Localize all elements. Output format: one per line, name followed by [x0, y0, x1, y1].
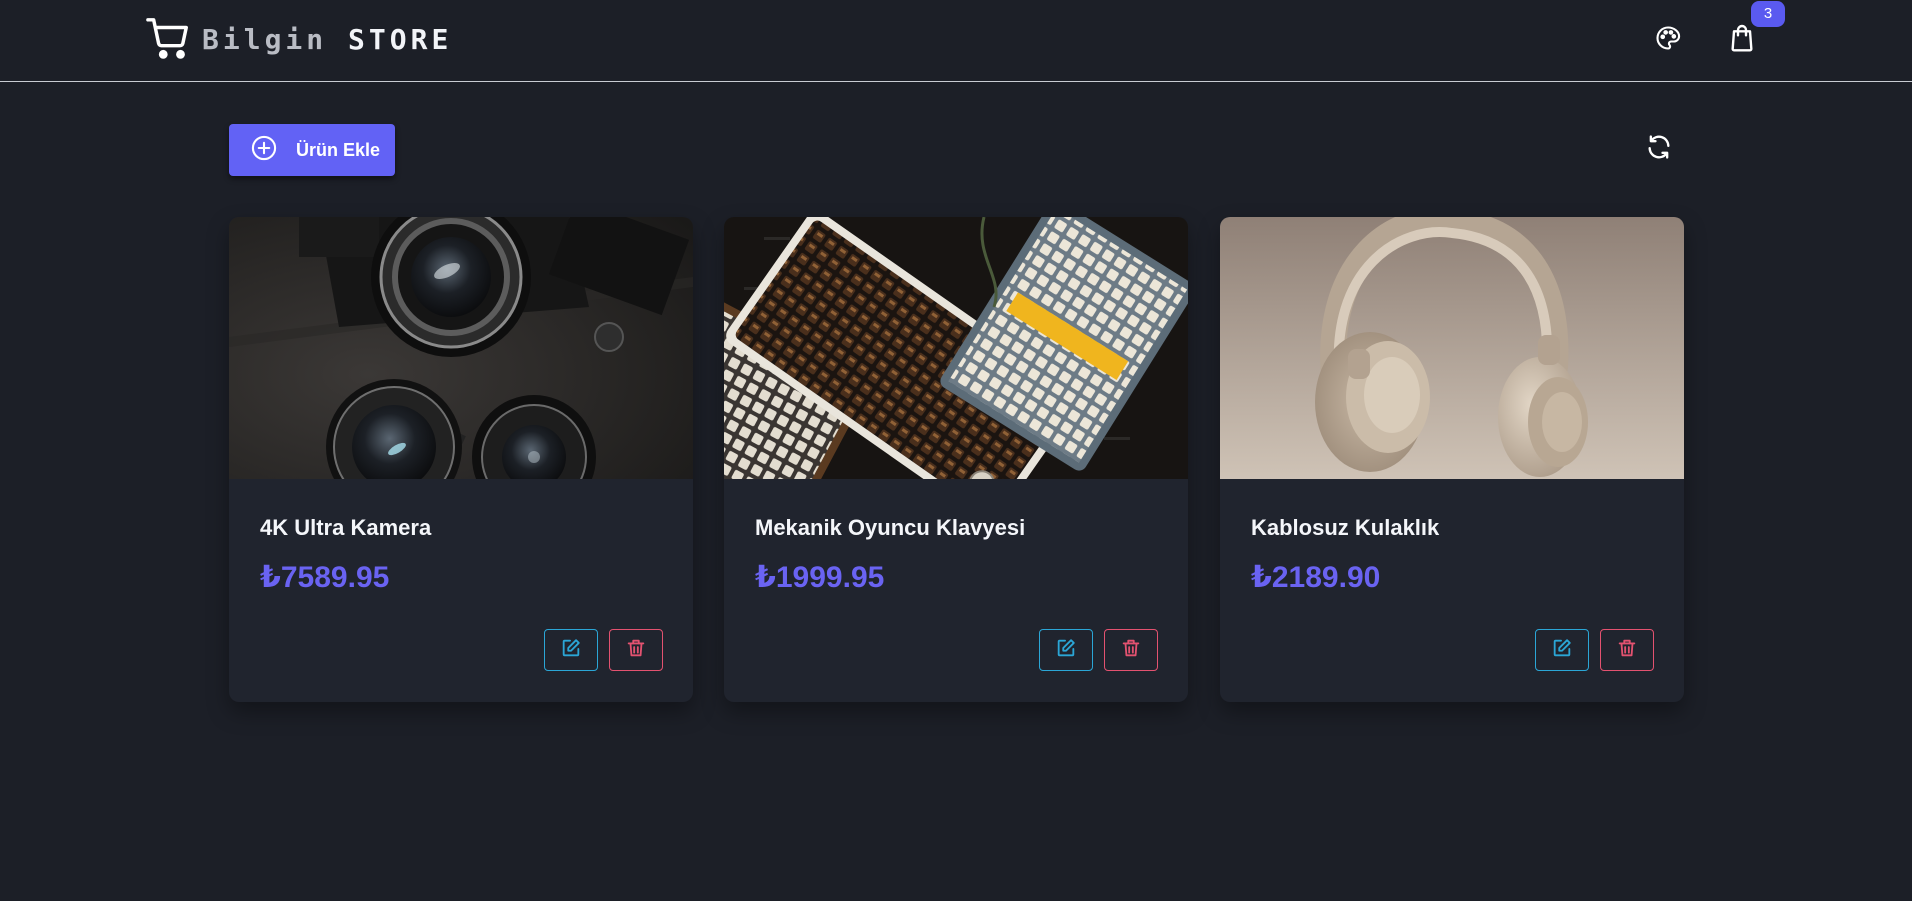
- brand-word-2: STORE: [348, 22, 453, 56]
- navbar: Bilgin STORE 3: [0, 0, 1912, 82]
- product-title: Kablosuz Kulaklık: [1251, 515, 1440, 540]
- product-price: ₺1999.95: [755, 561, 885, 594]
- palette-icon: [1654, 24, 1682, 57]
- delete-button[interactable]: [1600, 629, 1654, 671]
- product-title: 4K Ultra Kamera: [260, 515, 432, 540]
- add-product-label: Ürün Ekle: [296, 139, 381, 160]
- theme-toggle-button[interactable]: [1648, 20, 1688, 60]
- refresh-button[interactable]: [1640, 130, 1678, 168]
- edit-icon: [560, 637, 582, 664]
- product-title: Mekanik Oyuncu Klavyesi: [755, 515, 1026, 540]
- edit-button[interactable]: [1039, 629, 1093, 671]
- trash-icon: [625, 637, 647, 664]
- product-card: Mekanik Oyuncu Klavyesi ₺1999.95: [724, 217, 1188, 702]
- brand-name: Bilgin STORE: [202, 23, 452, 56]
- trash-icon: [1120, 637, 1142, 664]
- brand-logo[interactable]: Bilgin STORE: [146, 16, 452, 62]
- trash-icon: [1616, 637, 1638, 664]
- product-card: Kablosuz Kulaklık ₺2189.90: [1220, 217, 1684, 702]
- product-image: [724, 217, 1188, 479]
- brand-word-1: Bilgin: [202, 22, 328, 56]
- cart-count-badge: 3: [1751, 1, 1785, 27]
- product-image: [229, 217, 693, 479]
- shopping-bag-icon: [1726, 22, 1758, 59]
- plus-circle-icon: [250, 134, 278, 167]
- edit-icon: [1551, 637, 1573, 664]
- product-price: ₺2189.90: [1251, 561, 1381, 594]
- add-product-button[interactable]: Ürün Ekle: [229, 124, 395, 176]
- edit-button[interactable]: [544, 629, 598, 671]
- product-price: ₺7589.95: [260, 561, 390, 594]
- edit-button[interactable]: [1535, 629, 1589, 671]
- delete-button[interactable]: [609, 629, 663, 671]
- product-card: 4K Ultra Kamera ₺7589.95: [229, 217, 693, 702]
- refresh-icon: [1645, 133, 1673, 166]
- delete-button[interactable]: [1104, 629, 1158, 671]
- edit-icon: [1055, 637, 1077, 664]
- shopping-cart-icon: [146, 16, 192, 62]
- product-image: [1220, 217, 1684, 479]
